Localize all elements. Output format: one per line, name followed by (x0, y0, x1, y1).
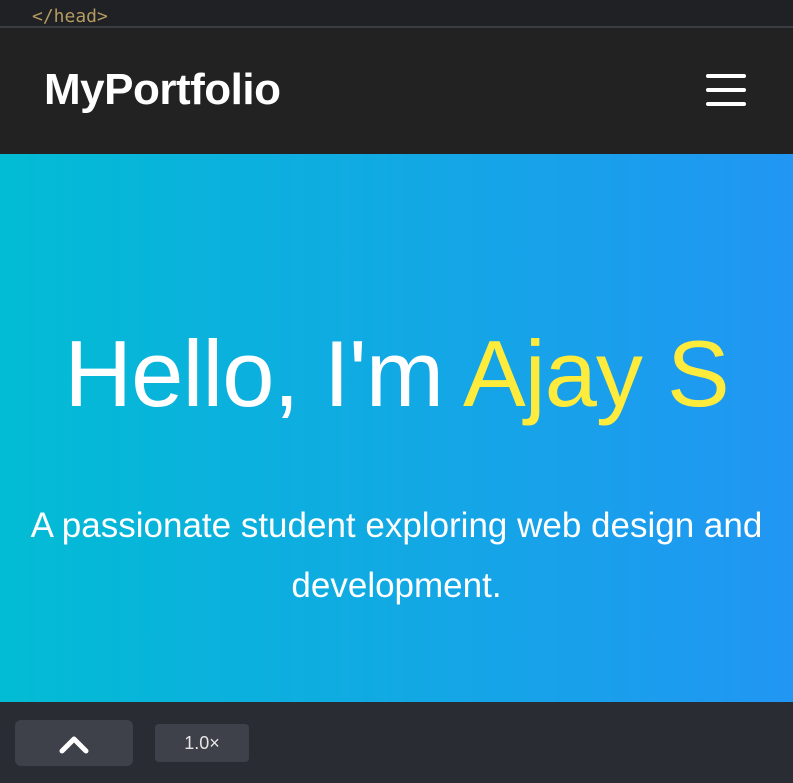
playback-speed-button[interactable]: 1.0× (155, 724, 249, 762)
hero-title: Hello, I'm Ajay S (0, 322, 793, 426)
code-editor-strip: </head> (0, 0, 793, 28)
hamburger-menu-icon[interactable] (704, 70, 748, 110)
hamburger-line (706, 74, 746, 78)
hero-greeting: Hello, I'm (64, 321, 464, 426)
brand-logo[interactable]: MyPortfolio (44, 64, 281, 116)
scroll-up-button[interactable] (15, 720, 133, 766)
hamburger-line (706, 88, 746, 92)
hero-name: Ajay S (463, 321, 730, 426)
bottom-toolbar: 1.0× (0, 702, 793, 783)
hero-subtitle: A passionate student exploring web desig… (30, 506, 763, 605)
navbar: MyPortfolio (0, 28, 793, 154)
hero-section: Hello, I'm Ajay S A passionate student e… (0, 154, 793, 702)
code-line: </head> (32, 6, 108, 27)
hamburger-line (706, 102, 746, 106)
chevron-up-icon (59, 736, 89, 754)
